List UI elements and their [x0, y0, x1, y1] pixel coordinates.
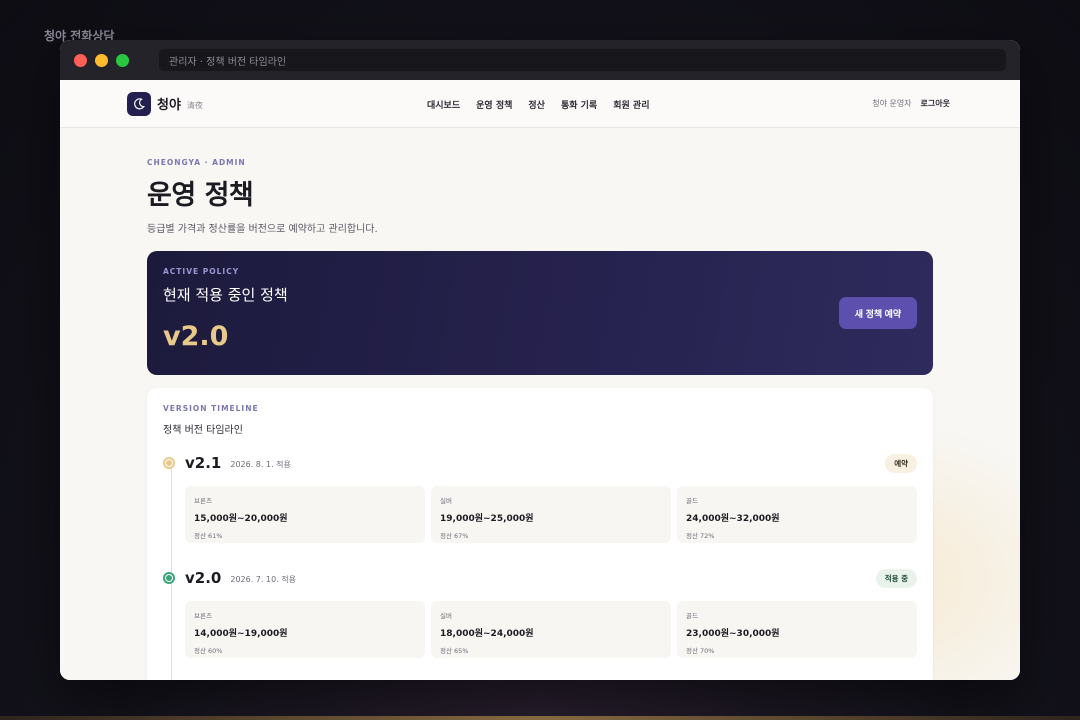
minimize-window-button[interactable]: [95, 53, 108, 67]
page-title: 운영 정책: [147, 180, 254, 211]
active-marker-icon: [163, 572, 175, 584]
version-header: v2.0 2026. 7. 10. 적용 적용 중: [163, 567, 917, 589]
tier-settlement: 정산 70%: [686, 647, 715, 655]
version-name: v2.1: [185, 454, 222, 472]
nav-settlement[interactable]: 정산: [528, 98, 545, 111]
tier-name: 골드: [686, 497, 698, 505]
nav-members[interactable]: 회원 관리: [613, 98, 649, 111]
page-header: CHEONGYA · ADMIN 운영 정책 등급별 가격과 정산률을 버전으로…: [147, 158, 933, 235]
tier-name: 브론즈: [194, 497, 212, 505]
active-policy-eyebrow: ACTIVE POLICY: [163, 267, 240, 276]
nav-links: 대시보드 운영 정책 정산 통화 기록 회원 관리: [427, 80, 649, 128]
timeline-eyebrow: VERSION TIMELINE: [163, 404, 259, 413]
version-header: v2.1 2026. 8. 1. 적용 예약: [163, 452, 917, 474]
tier-settlement: 정산 60%: [194, 647, 223, 655]
logo-name: 청야: [157, 98, 181, 113]
tier-card-bronze: 브론즈 14,000원~19,000원 정산 60%: [185, 601, 425, 658]
admin-page: 청야 清夜 대시보드 운영 정책 정산 통화 기록 회원 관리 청야 운영자 로…: [60, 80, 1020, 680]
active-policy-title: 현재 적용 중인 정책: [163, 286, 288, 304]
tier-price: 14,000원~19,000원: [194, 629, 288, 639]
active-policy-version: v2.0: [163, 321, 229, 352]
nav-policy[interactable]: 운영 정책: [476, 98, 512, 111]
browser-titlebar: 관리자 · 정책 버전 타임라인: [60, 40, 1020, 80]
tier-list: 브론즈 15,000원~20,000원 정산 61% 실버 19,000원~25…: [185, 486, 917, 543]
version-item-v2-0: v2.0 2026. 7. 10. 적용 적용 중 브론즈 14,000원~19…: [163, 567, 917, 658]
top-navigation: 청야 清夜 대시보드 운영 정책 정산 통화 기록 회원 관리 청야 운영자 로…: [60, 80, 1020, 128]
tier-card-gold: 골드 23,000원~30,000원 정산 70%: [677, 601, 917, 658]
status-badge: 적용 중: [875, 568, 917, 588]
tier-price: 18,000원~24,000원: [440, 629, 534, 639]
version-item-v2-1: v2.1 2026. 8. 1. 적용 예약 브론즈 15,000원~20,00…: [163, 452, 917, 543]
timeline-title: 정책 버전 타임라인: [163, 425, 243, 436]
tier-price: 23,000원~30,000원: [686, 629, 780, 639]
page-eyebrow: CHEONGYA · ADMIN: [147, 158, 246, 167]
tier-name: 실버: [440, 612, 452, 620]
tier-settlement: 정산 67%: [440, 532, 469, 540]
tier-price: 24,000원~32,000원: [686, 514, 780, 524]
status-badge: 예약: [885, 453, 917, 473]
tier-price: 19,000원~25,000원: [440, 514, 534, 524]
nav-call-records[interactable]: 통화 기록: [561, 98, 597, 111]
schedule-new-policy-button[interactable]: 새 정책 예약: [839, 297, 917, 329]
tier-card-silver: 실버 19,000원~25,000원 정산 67%: [431, 486, 671, 543]
tier-list: 브론즈 14,000원~19,000원 정산 60% 실버 18,000원~24…: [185, 601, 917, 658]
tier-card-bronze: 브론즈 15,000원~20,000원 정산 61%: [185, 486, 425, 543]
version-timeline-card: VERSION TIMELINE 정책 버전 타임라인 v2.1 2026. 8…: [147, 388, 933, 680]
page-description: 등급별 가격과 정산률을 버전으로 예약하고 관리합니다.: [147, 224, 378, 235]
tier-settlement: 정산 65%: [440, 647, 469, 655]
version-name: v2.0: [185, 569, 222, 587]
current-user: 청야 운영자: [872, 99, 912, 108]
tier-name: 실버: [440, 497, 452, 505]
tier-settlement: 정산 61%: [194, 532, 223, 540]
tier-settlement: 정산 72%: [686, 532, 715, 540]
moon-logo-icon: [127, 91, 151, 116]
version-date: 2026. 8. 1. 적용: [230, 460, 291, 469]
nav-user-area: 청야 운영자 로그아웃: [872, 98, 950, 109]
bottom-glow: [0, 716, 1080, 720]
close-window-button[interactable]: [74, 53, 87, 67]
version-date: 2026. 7. 10. 적용: [230, 575, 296, 584]
tier-card-gold: 골드 24,000원~32,000원 정산 72%: [677, 486, 917, 543]
maximize-window-button[interactable]: [116, 53, 129, 67]
logout-link[interactable]: 로그아웃: [921, 98, 950, 109]
tier-card-silver: 실버 18,000원~24,000원 정산 65%: [431, 601, 671, 658]
logo[interactable]: 청야 清夜: [127, 91, 203, 116]
logo-subtitle: 清夜: [186, 100, 203, 110]
scheduled-marker-icon: [163, 457, 175, 469]
browser-window: 관리자 · 정책 버전 타임라인 청야 清夜 대시보드 운영 정책 정산 통화 …: [60, 40, 1020, 680]
tier-name: 골드: [686, 612, 698, 620]
nav-dashboard[interactable]: 대시보드: [427, 98, 460, 111]
address-bar[interactable]: 관리자 · 정책 버전 타임라인: [159, 49, 1006, 71]
tier-price: 15,000원~20,000원: [194, 514, 288, 524]
active-policy-card: ACTIVE POLICY 현재 적용 중인 정책 v2.0 새 정책 예약: [147, 251, 933, 375]
tier-name: 브론즈: [194, 612, 212, 620]
